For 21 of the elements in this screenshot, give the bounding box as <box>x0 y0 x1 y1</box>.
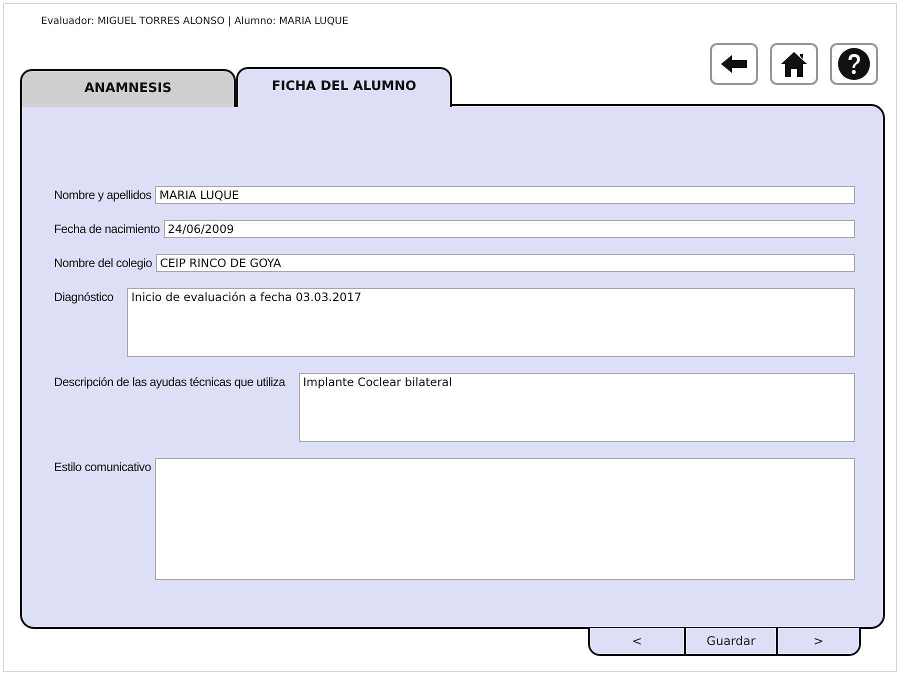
field-label: Nombre del colegio <box>54 255 152 272</box>
header-text: Evaluador: MIGUEL TORRES ALONSO | Alumno: MARIA LUQUE <box>41 15 348 29</box>
field-label: Descripción de las ayudas técnicas que utiliza <box>54 374 285 391</box>
field-label: Estilo comunicativo <box>54 459 152 476</box>
input-field[interactable]: CEIP RINCO DE GOYA <box>156 254 855 272</box>
home-icon <box>780 50 808 78</box>
text-area[interactable]: Implante Coclear bilateral <box>299 373 855 442</box>
help-button[interactable] <box>830 43 878 85</box>
text-area[interactable]: Inicio de evaluación a fecha 03.03.2017 <box>127 288 855 357</box>
home-button[interactable] <box>770 43 818 85</box>
field-label: Diagnóstico <box>54 289 114 306</box>
input-field[interactable]: 24/06/2009 <box>164 220 855 238</box>
back-icon <box>720 53 748 75</box>
field-label: Nombre y apellidos <box>54 187 152 204</box>
back-button[interactable] <box>710 43 758 85</box>
next-button[interactable]: > <box>776 628 859 654</box>
field-label: Fecha de nacimiento <box>54 221 160 238</box>
tab[interactable]: FICHA DEL ALUMNO <box>236 67 452 107</box>
tab[interactable]: ANAMNESIS <box>20 69 236 107</box>
input-field[interactable]: MARIA LUQUE <box>155 186 855 204</box>
help-icon <box>837 47 871 81</box>
